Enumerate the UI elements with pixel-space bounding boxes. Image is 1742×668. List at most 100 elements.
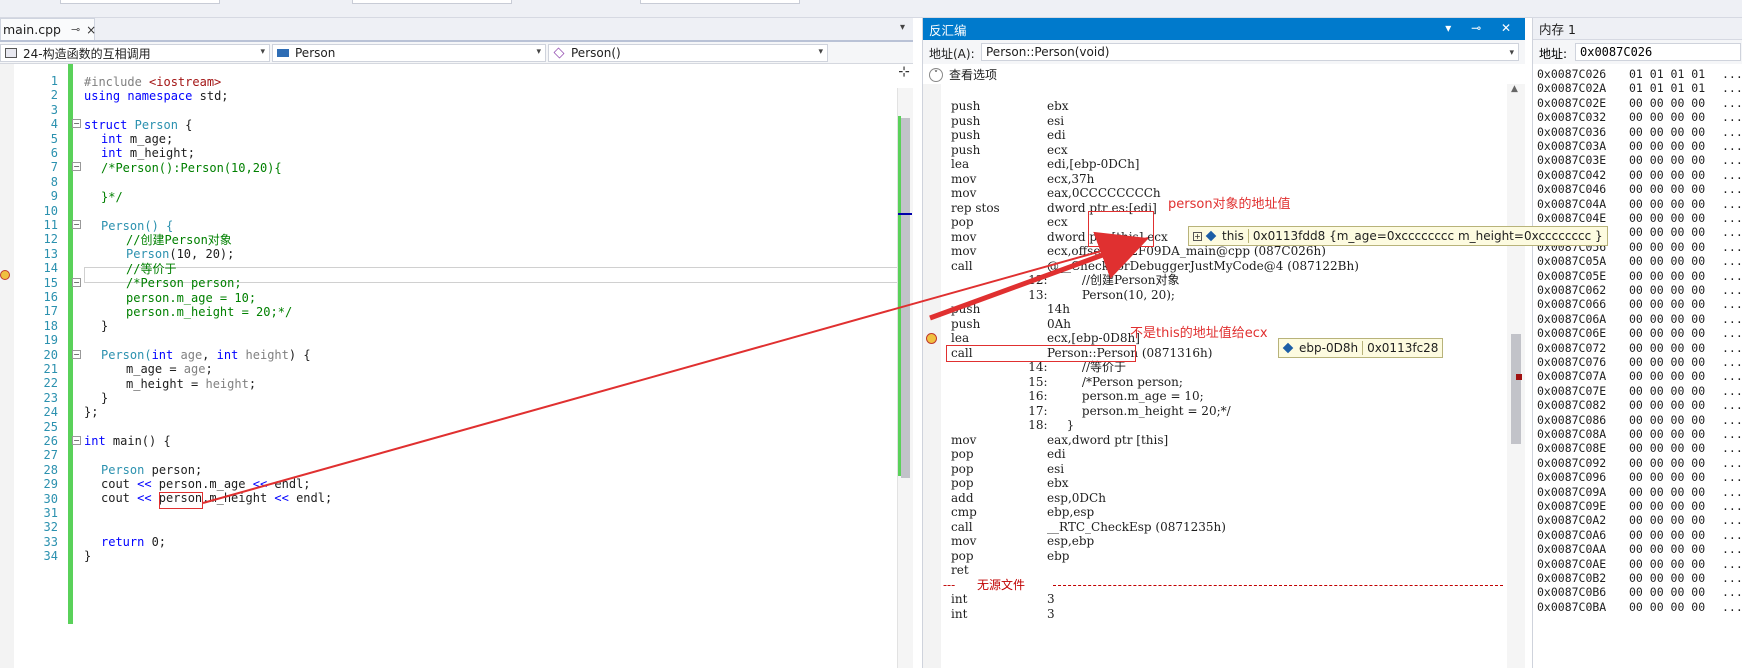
memory-address: 0x0087C06E (1537, 326, 1607, 341)
top-toolbar-strip (0, 0, 1742, 18)
datatip-ebp[interactable]: ebp-0D8h 0x0113fc28 (1278, 338, 1444, 358)
close-icon[interactable]: × (86, 23, 96, 37)
memory-address: 0x0087C03E (1537, 153, 1607, 168)
memory-address: 0x0087C05E (1537, 268, 1607, 283)
memory-title-bar[interactable]: 内存 1 (1533, 18, 1742, 40)
split-window-icon[interactable]: ⊹ (896, 64, 912, 84)
variable-icon (1205, 230, 1217, 242)
memory-address: 0x0087C0AE (1537, 556, 1607, 571)
keyword: int (151, 348, 174, 362)
tab-list-dropdown-icon[interactable]: ▾ (900, 22, 905, 33)
memory-address: 0x0087C07A (1537, 369, 1607, 384)
disassembly-listing[interactable]: push ebx push esi push edi push ecx lea edi,[ebp-… (943, 84, 1503, 668)
code-line: }*/ (101, 189, 123, 205)
tab-label: main.cpp (3, 22, 61, 37)
collapse-icon[interactable]: − (72, 220, 81, 229)
chevron-down-icon[interactable]: ▾ (1509, 45, 1514, 61)
code-line: /*Person():Person(10,20){ (101, 160, 282, 176)
collapse-icon[interactable]: − (72, 350, 81, 359)
memory-address: 0x0087C0A2 (1537, 513, 1607, 528)
class-dropdown[interactable]: Person ▾ (272, 44, 546, 62)
scrollbar-thumb[interactable] (1511, 334, 1521, 444)
parameter: age (173, 348, 203, 362)
asm-instruction: int 3 (943, 606, 1503, 622)
code-text-area[interactable]: #include <iostream> using namespace std;… (84, 64, 899, 668)
editor-vertical-scrollbar[interactable] (897, 88, 913, 668)
chevron-down-icon: ▾ (536, 47, 541, 57)
parameter: height (238, 348, 289, 362)
member-label: Person() (571, 46, 621, 60)
collapse-icon[interactable]: − (72, 436, 81, 445)
highlight-lea-instruction (946, 345, 1136, 362)
pin-icon[interactable]: ⊸ (71, 23, 80, 36)
opcode: int (951, 606, 968, 621)
breakpoint-marker (1516, 374, 1522, 380)
memory-address: 0x0087C0B2 (1537, 571, 1607, 585)
disassembly-vertical-scrollbar[interactable]: ▲ (1507, 84, 1525, 668)
line-number: 7 (50, 160, 58, 175)
memory-rows[interactable]: 0x0087C02601 01 01 01....0x0087C02A01 01… (1537, 66, 1742, 668)
code-token: (10, 20); (169, 247, 235, 261)
line-number: 14 (43, 261, 58, 276)
memory-address: 0x0087C076 (1537, 355, 1607, 369)
line-number: 32 (43, 520, 58, 535)
toolbar-combo[interactable] (60, 0, 220, 4)
line-number: 16 (43, 290, 58, 304)
line-number: 6 (50, 146, 58, 160)
datatip-this[interactable]: + this 0x0113fdd8 {m_age=0xcccccccc m_he… (1188, 226, 1608, 246)
member-dropdown[interactable]: Person() ▾ (548, 44, 828, 62)
address-input[interactable]: Person::Person(void) ▾ (981, 43, 1519, 61)
memory-address: 0x0087C09A (1537, 484, 1607, 499)
project-dropdown[interactable]: 24-构造函数的互相调用 ▾ (0, 44, 270, 62)
memory-address: 0x0087C07E (1537, 383, 1607, 398)
datatip-value: 0x0113fc28 (1362, 341, 1438, 355)
datatip-name: this (1222, 229, 1244, 243)
code-token: m_age; (122, 132, 174, 146)
keyword: namespace (127, 89, 193, 103)
type-name: Person (126, 247, 170, 261)
toolbar-combo[interactable] (352, 0, 512, 4)
variable-person: person (151, 463, 195, 477)
collapse-icon[interactable]: − (72, 119, 81, 128)
memory-address: 0x0087C05A (1537, 254, 1607, 269)
scrollbar-thumb[interactable] (901, 118, 910, 478)
code-line: /*Person person; (126, 275, 242, 291)
scroll-up-icon[interactable]: ▲ (1511, 84, 1518, 94)
code-token: { (177, 118, 193, 132)
memory-address: 0x0087C072 (1537, 340, 1607, 355)
line-number: 13 (43, 246, 58, 261)
collapse-icon[interactable]: − (72, 162, 81, 171)
memory-address-input[interactable]: 0x0087C026 (1575, 43, 1741, 61)
view-options-toggle[interactable]: ˅ 查看选项 (929, 66, 997, 83)
code-token: , (202, 348, 217, 362)
code-token: ; (205, 362, 213, 376)
memory-address: 0x0087C042 (1537, 167, 1607, 182)
line-number: 19 (43, 333, 58, 348)
code-token: cout (101, 491, 138, 505)
disassembly-title-bar[interactable]: 反汇编 ▾ ⊸ ✕ (923, 18, 1525, 40)
disassembly-gutter[interactable] (923, 84, 941, 668)
toolbar-combo[interactable] (640, 0, 800, 4)
comment: //创建Person对象 (126, 233, 232, 247)
breakpoint-gutter[interactable] (0, 64, 14, 668)
code-token: ; (248, 377, 257, 391)
memory-address: 0x0087C096 (1537, 470, 1607, 485)
comment: person.m_height = 20;*/ (126, 305, 293, 319)
window-controls[interactable]: ▾ ⊸ ✕ (1445, 21, 1519, 35)
collapse-icon[interactable]: − (72, 278, 81, 287)
address-label: 地址(A): (929, 47, 975, 61)
line-number: 20 (43, 347, 58, 362)
expand-icon[interactable]: + (1193, 231, 1202, 241)
scroll-position-marker (898, 213, 912, 215)
code-token: ; (194, 463, 203, 477)
operator: << (137, 491, 152, 505)
memory-bytes: 00 00 00 00 (1629, 599, 1706, 614)
tab-main-cpp[interactable]: main.cpp ⊸ × (0, 18, 96, 40)
code-token: } (84, 549, 92, 563)
operator: << (137, 477, 152, 491)
code-token: main() { (105, 434, 171, 448)
code-line: person.m_height = 20;*/ (126, 304, 292, 320)
datatip-name: ebp-0D8h (1299, 341, 1359, 355)
code-line: Person(10, 20); (126, 246, 234, 262)
code-token: 0; (144, 535, 167, 549)
